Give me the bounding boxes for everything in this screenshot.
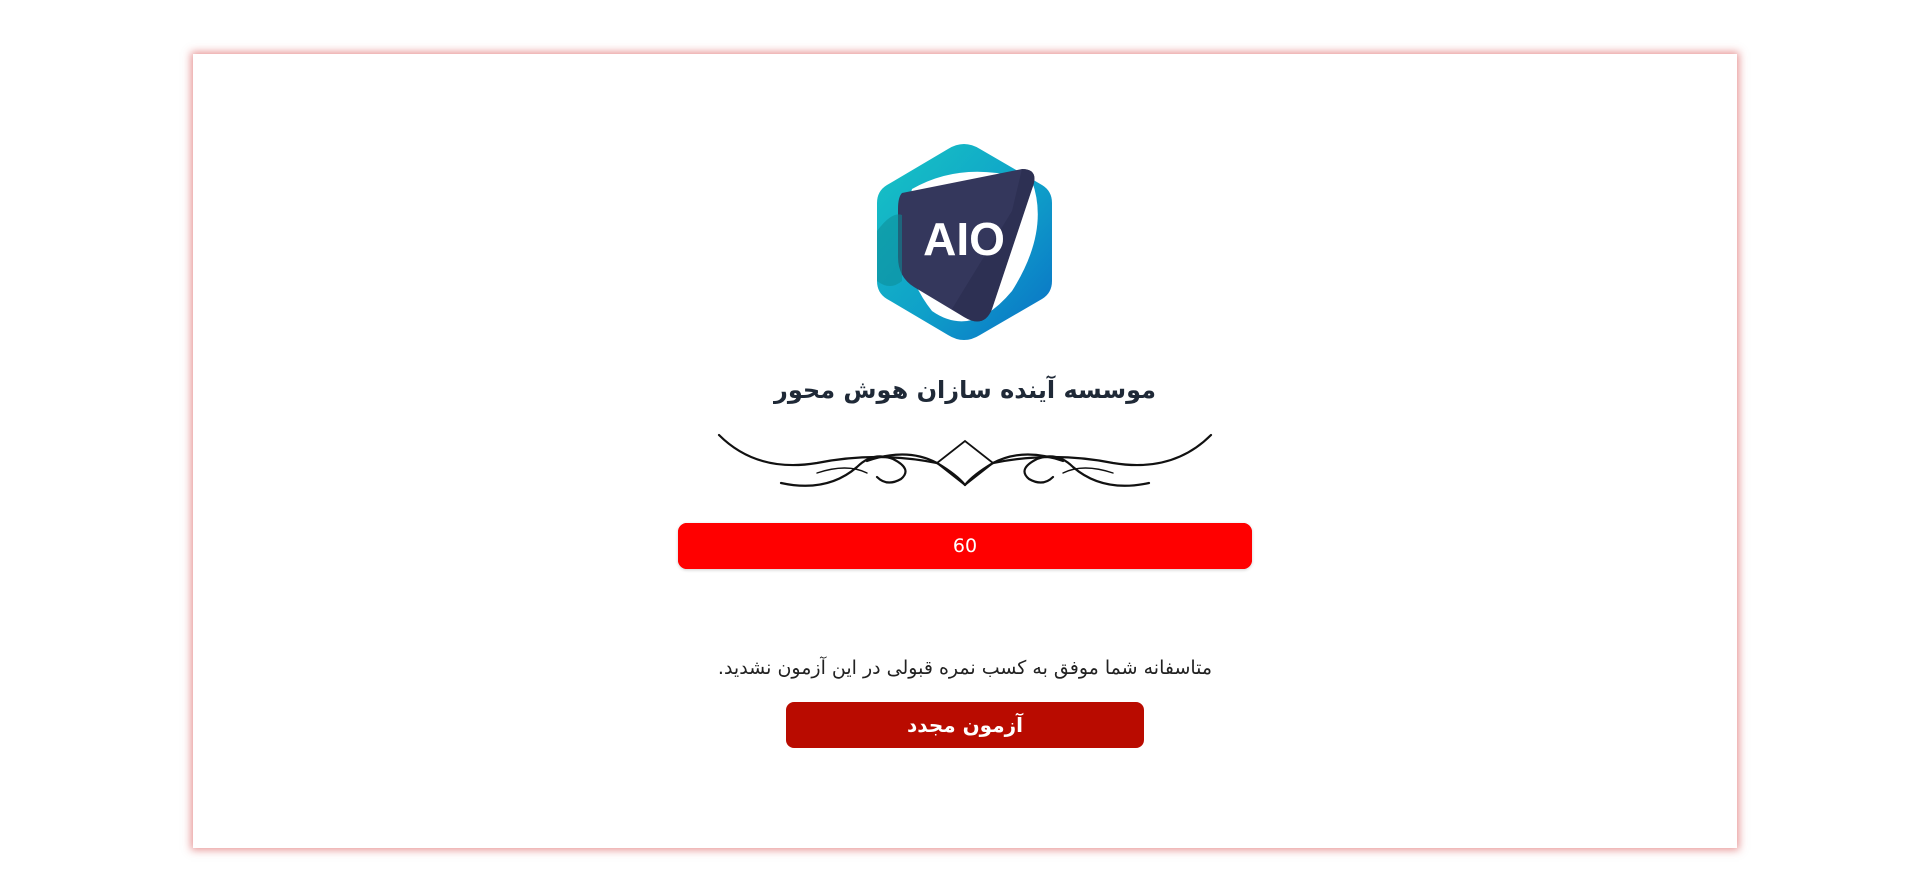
score-progress-bar: 60: [678, 523, 1252, 569]
fail-message: متاسفانه شما موفق به کسب نمره قبولی در ا…: [717, 657, 1213, 679]
logo-text: AIO: [923, 213, 1005, 265]
score-value: 60: [952, 535, 978, 557]
retry-exam-button[interactable]: آزمون مجدد: [786, 702, 1144, 748]
organization-title: موسسه آینده سازان هوش محور: [774, 376, 1156, 404]
aio-logo: AIO: [877, 144, 1052, 340]
decorative-flourish-icon: [717, 433, 1213, 487]
result-card: AIO موسسه آینده سازان هوش محور 60 متاسفا…: [193, 54, 1737, 848]
